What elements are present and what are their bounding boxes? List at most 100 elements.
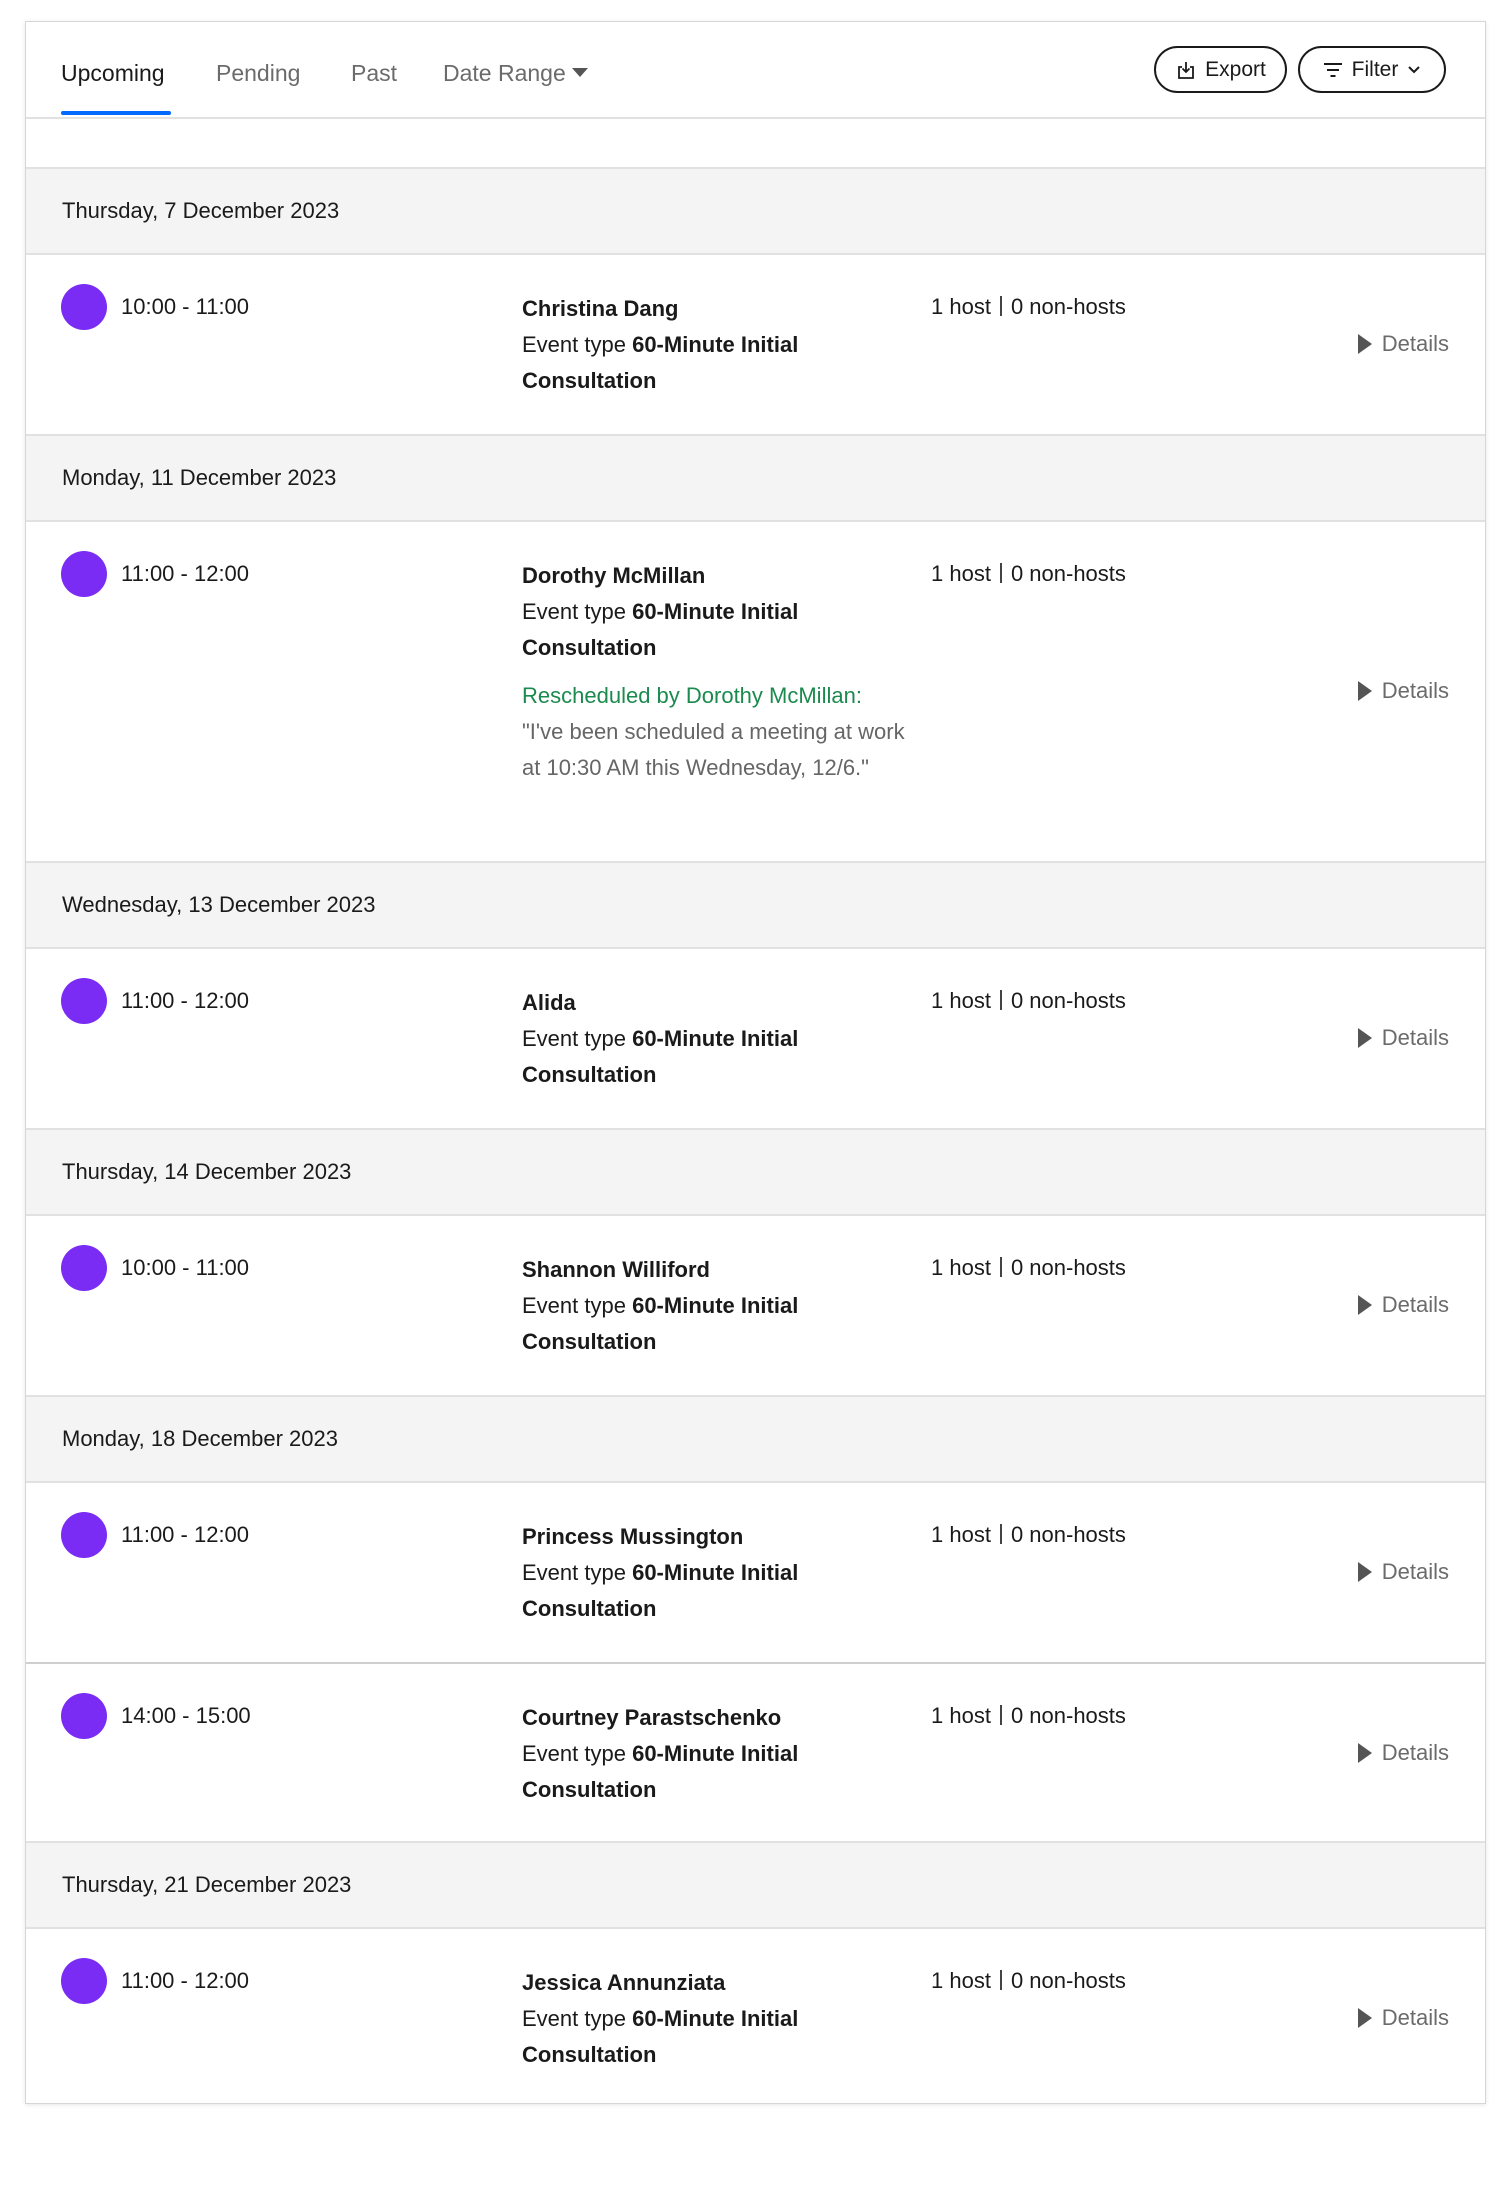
event-type-label: Event type xyxy=(522,599,626,624)
event-info: Jessica Annunziata Event type 60-Minute … xyxy=(522,1965,922,2073)
tab-bar: Upcoming Pending Past Date Range Export … xyxy=(26,22,1485,119)
export-label: Export xyxy=(1205,57,1266,81)
details-toggle[interactable]: Details xyxy=(1357,1740,1449,1766)
non-hosts-text: 0 non-hosts xyxy=(1010,988,1126,1013)
event-time: 11:00 - 12:00 xyxy=(121,561,250,586)
tab-past[interactable]: Past xyxy=(351,58,397,88)
rescheduled-note: "I've been scheduled a meeting at work a… xyxy=(522,719,905,780)
event-info: Shannon Williford Event type 60-Minute I… xyxy=(522,1252,922,1360)
non-hosts-text: 0 non-hosts xyxy=(1010,1255,1126,1280)
event-row[interactable]: 11:00 - 12:00 Alida Event type 60-Minute… xyxy=(26,949,1485,1130)
tab-date-range[interactable]: Date Range xyxy=(443,58,588,88)
non-hosts-text: 0 non-hosts xyxy=(1010,294,1126,319)
divider xyxy=(999,1524,1002,1545)
details-label: Details xyxy=(1381,1025,1449,1050)
rescheduled-by: Rescheduled by Dorothy McMillan: xyxy=(522,683,862,708)
event-time: 11:00 - 12:00 xyxy=(121,988,250,1013)
caret-right-icon xyxy=(1357,1295,1372,1315)
event-time: 10:00 - 11:00 xyxy=(121,1255,250,1280)
details-toggle[interactable]: Details xyxy=(1357,1559,1449,1585)
event-row[interactable]: 11:00 - 12:00 Jessica Annunziata Event t… xyxy=(26,1929,1485,2108)
filter-label: Filter xyxy=(1351,57,1399,81)
caret-right-icon xyxy=(1357,334,1372,354)
details-toggle[interactable]: Details xyxy=(1357,2005,1449,2031)
event-row[interactable]: 11:00 - 12:00 Dorothy McMillan Event typ… xyxy=(26,522,1485,863)
event-color-dot xyxy=(61,284,107,330)
event-type-label: Event type xyxy=(522,1560,626,1585)
caret-right-icon xyxy=(1357,1743,1372,1763)
caret-right-icon xyxy=(1357,2008,1372,2028)
day-header: Thursday, 21 December 2023 xyxy=(26,1843,1485,1929)
host-count: 1 host 0 non-hosts xyxy=(931,294,1126,320)
invitee-name: Dorothy McMillan xyxy=(522,563,706,588)
hosts-text: 1 host xyxy=(931,1522,991,1547)
event-time: 14:00 - 15:00 xyxy=(121,1703,251,1728)
day-date: Thursday, 14 December 2023 xyxy=(62,1159,352,1184)
caret-right-icon xyxy=(1357,1028,1372,1048)
divider xyxy=(999,1705,1002,1726)
hosts-text: 1 host xyxy=(931,294,991,319)
hosts-text: 1 host xyxy=(931,988,991,1013)
active-tab-indicator xyxy=(61,111,171,115)
event-info: Princess Mussington Event type 60-Minute… xyxy=(522,1519,922,1627)
tab-pending[interactable]: Pending xyxy=(216,58,300,88)
host-count: 1 host 0 non-hosts xyxy=(931,561,1126,587)
event-type: Event type 60-Minute Initial Consultatio… xyxy=(522,1736,922,1808)
host-count: 1 host 0 non-hosts xyxy=(931,1522,1126,1548)
non-hosts-text: 0 non-hosts xyxy=(1010,1703,1126,1728)
export-button[interactable]: Export xyxy=(1154,46,1287,93)
filter-button[interactable]: Filter xyxy=(1298,46,1446,93)
divider xyxy=(999,1257,1002,1278)
event-time: 11:00 - 12:00 xyxy=(121,1968,250,1993)
details-toggle[interactable]: Details xyxy=(1357,1025,1449,1051)
caret-down-icon xyxy=(571,68,588,78)
day-date: Thursday, 7 December 2023 xyxy=(62,198,340,223)
event-info: Alida Event type 60-Minute Initial Consu… xyxy=(522,985,922,1093)
caret-right-icon xyxy=(1357,681,1372,701)
tab-upcoming[interactable]: Upcoming xyxy=(61,58,165,88)
list-spacer xyxy=(26,119,1485,169)
event-type-label: Event type xyxy=(522,2006,626,2031)
day-header: Monday, 18 December 2023 xyxy=(26,1397,1485,1483)
invitee-name: Alida xyxy=(522,990,576,1015)
details-toggle[interactable]: Details xyxy=(1357,1292,1449,1318)
event-color-dot xyxy=(61,1958,107,2004)
divider xyxy=(999,990,1002,1011)
divider xyxy=(999,563,1002,584)
event-type: Event type 60-Minute Initial Consultatio… xyxy=(522,1555,922,1627)
event-info: Dorothy McMillan Event type 60-Minute In… xyxy=(522,558,922,786)
host-count: 1 host 0 non-hosts xyxy=(931,988,1126,1014)
event-type: Event type 60-Minute Initial Consultatio… xyxy=(522,327,922,399)
filter-icon xyxy=(1322,61,1344,79)
day-header: Thursday, 14 December 2023 xyxy=(26,1130,1485,1216)
details-toggle[interactable]: Details xyxy=(1357,331,1449,357)
details-label: Details xyxy=(1381,1740,1449,1765)
chevron-down-icon xyxy=(1406,64,1422,76)
details-toggle[interactable]: Details xyxy=(1357,678,1449,704)
event-time: 11:00 - 12:00 xyxy=(121,1522,250,1547)
event-info: Courtney Parastschenko Event type 60-Min… xyxy=(522,1700,922,1808)
event-type-label: Event type xyxy=(522,1026,626,1051)
hosts-text: 1 host xyxy=(931,1968,991,1993)
invitee-name: Princess Mussington xyxy=(522,1524,744,1549)
event-row[interactable]: 14:00 - 15:00 Courtney Parastschenko Eve… xyxy=(26,1662,1485,1843)
day-header: Wednesday, 13 December 2023 xyxy=(26,863,1485,949)
hosts-text: 1 host xyxy=(931,1255,991,1280)
event-row[interactable]: 10:00 - 11:00 Shannon Williford Event ty… xyxy=(26,1216,1485,1397)
divider xyxy=(999,1970,1002,1991)
details-label: Details xyxy=(1381,1292,1449,1317)
event-color-dot xyxy=(61,1512,107,1558)
export-icon xyxy=(1175,59,1197,81)
event-type-label: Event type xyxy=(522,332,626,357)
event-info: Christina Dang Event type 60-Minute Init… xyxy=(522,291,922,399)
non-hosts-text: 0 non-hosts xyxy=(1010,1968,1126,1993)
day-date: Monday, 11 December 2023 xyxy=(62,465,337,490)
scheduled-events-panel: Upcoming Pending Past Date Range Export … xyxy=(25,21,1486,2104)
event-row[interactable]: 10:00 - 11:00 Christina Dang Event type … xyxy=(26,255,1485,436)
event-row[interactable]: 11:00 - 12:00 Princess Mussington Event … xyxy=(26,1483,1485,1662)
tab-date-range-label: Date Range xyxy=(443,60,566,86)
event-type-label: Event type xyxy=(522,1293,626,1318)
day-date: Monday, 18 December 2023 xyxy=(62,1426,338,1451)
event-type: Event type 60-Minute Initial Consultatio… xyxy=(522,594,922,666)
day-header: Thursday, 7 December 2023 xyxy=(26,169,1485,255)
